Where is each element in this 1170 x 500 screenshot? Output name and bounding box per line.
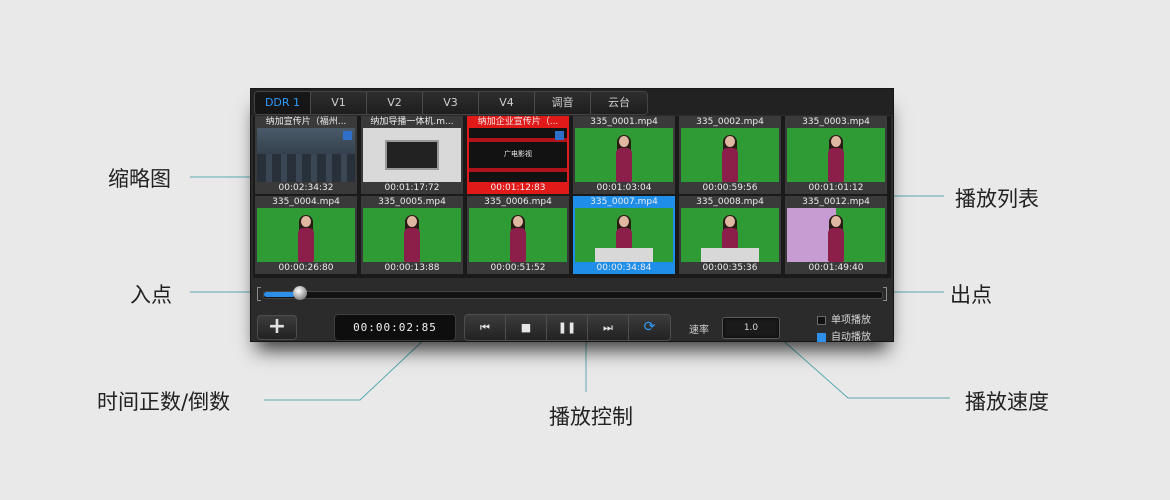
thumbnail-item[interactable]: 335_0004.mp4 00:00:26:80 [255, 196, 357, 274]
thumbnail-image [575, 208, 673, 262]
pause-button[interactable]: ❚❚ [547, 315, 588, 340]
thumbnail-item[interactable]: 335_0003.mp4 00:01:01:12 [785, 116, 887, 194]
thumbnail-duration: 00:00:35:36 [702, 263, 758, 273]
rate-input[interactable]: 1.0 [722, 317, 780, 339]
leader-line-speed [777, 335, 950, 399]
presenter-figure [403, 215, 421, 262]
thumbnail-item[interactable]: 335_0007.mp4 00:00:34:84 [573, 196, 675, 274]
thumbnail-image [257, 128, 355, 182]
next-button[interactable]: ⏭ [588, 315, 629, 340]
thumbnail-item[interactable]: 纳加导播一体机.m... 00:01:17:72 [361, 116, 463, 194]
thumbnail-title: 纳加宣传片（福州... [265, 117, 347, 127]
thumbnail-image [681, 208, 779, 262]
thumbnail-image: 广电影视 [469, 128, 567, 182]
thumbnail-duration: 00:00:34:84 [596, 263, 652, 273]
callout-control: 播放控制 [549, 405, 633, 429]
thumbnail-image [787, 208, 885, 262]
thumbnail-duration: 00:01:01:12 [808, 183, 864, 193]
previous-button[interactable]: ⏮ [465, 315, 506, 340]
callout-speed: 播放速度 [965, 390, 1049, 414]
thumbnail-item[interactable]: 纳加宣传片（福州... 00:02:34:32 [255, 116, 357, 194]
tab-4[interactable]: V4 [479, 92, 535, 114]
add-clip-button[interactable]: + [257, 315, 297, 340]
thumbnail-title: 纳加企业宣传片（... [477, 117, 559, 127]
thumbnail-image [363, 208, 461, 262]
thumbnail-duration: 00:01:49:40 [808, 263, 864, 273]
scrubber-handle[interactable] [293, 286, 307, 300]
thumbnail-image [257, 208, 355, 262]
callout-in-point: 入点 [130, 283, 172, 307]
thumbnail-item[interactable]: 335_0005.mp4 00:00:13:88 [361, 196, 463, 274]
out-point-marker[interactable] [883, 287, 887, 301]
thumbnail-duration: 00:01:03:04 [596, 183, 652, 193]
loop-button[interactable]: ⟳ [629, 315, 670, 340]
presenter-figure [721, 135, 739, 182]
scrubber-progress [264, 292, 295, 297]
tab-0[interactable]: DDR 1 [255, 92, 311, 114]
presenter-figure [827, 215, 845, 262]
auto-play-checkbox[interactable] [817, 333, 826, 342]
thumbnail-title: 335_0007.mp4 [590, 197, 658, 207]
tab-1[interactable]: V1 [311, 92, 367, 114]
stop-button[interactable]: ■ [506, 315, 547, 340]
thumbnail-duration: 00:00:51:52 [490, 263, 546, 273]
tab-5[interactable]: 调音 [535, 92, 591, 114]
thumbnail-title: 335_0004.mp4 [272, 197, 340, 207]
thumbnail-image [787, 128, 885, 182]
thumbnail-title: 纳加导播一体机.m... [370, 117, 454, 127]
leader-line-time [264, 335, 429, 401]
thumbnail-title: 335_0006.mp4 [484, 197, 552, 207]
thumbnail-image [681, 128, 779, 182]
presenter-figure [827, 135, 845, 182]
callout-time: 时间正数/倒数 [97, 390, 231, 414]
thumbnail-image [469, 208, 567, 262]
thumbnail-duration: 00:00:26:80 [278, 263, 334, 273]
thumbnail-title: 335_0005.mp4 [378, 197, 446, 207]
thumbnail-duration: 00:00:59:56 [702, 183, 758, 193]
thumbnail-item[interactable]: 335_0006.mp4 00:00:51:52 [467, 196, 569, 274]
callout-out-point: 出点 [950, 283, 992, 307]
presenter-figure [615, 135, 633, 182]
thumbnail-item[interactable]: 335_0012.mp4 00:01:49:40 [785, 196, 887, 274]
callout-playlist: 播放列表 [955, 187, 1039, 211]
thumbnail-title: 335_0001.mp4 [590, 117, 658, 127]
presenter-figure [297, 215, 315, 262]
in-point-marker[interactable] [257, 287, 261, 301]
single-play-label: 单项播放 [831, 315, 871, 326]
thumbnail-overlay-text: 广电影视 [504, 150, 532, 158]
callout-thumbnail: 缩略图 [108, 167, 171, 191]
tab-3[interactable]: V3 [423, 92, 479, 114]
single-play-checkbox[interactable] [817, 316, 826, 325]
thumbnail-duration: 00:02:34:32 [278, 183, 334, 193]
thumbnail-item[interactable]: 335_0001.mp4 00:01:03:04 [573, 116, 675, 194]
thumbnail-image [575, 128, 673, 182]
thumbnail-title: 335_0012.mp4 [802, 197, 870, 207]
timeline-scrubber[interactable] [257, 285, 887, 303]
thumbnail-duration: 00:00:13:88 [384, 263, 440, 273]
tab-bar: DDR 1 V1 V2 V3 V4 调音 云台 [251, 89, 893, 115]
thumbnail-item[interactable]: 335_0008.mp4 00:00:35:36 [679, 196, 781, 274]
thumbnail-title: 335_0003.mp4 [802, 117, 870, 127]
thumbnail-duration: 00:01:17:72 [384, 183, 440, 193]
thumbnail-image [363, 128, 461, 182]
timecode-display[interactable]: 00:00:02:85 [334, 314, 456, 341]
tab-group: DDR 1 V1 V2 V3 V4 调音 云台 [254, 91, 648, 115]
tab-2[interactable]: V2 [367, 92, 423, 114]
auto-play-label: 自动播放 [831, 332, 871, 343]
ddr-player-panel: DDR 1 V1 V2 V3 V4 调音 云台 纳加宣传片（福州... 00:02:34:32… [250, 88, 894, 343]
thumbnail-title: 335_0002.mp4 [696, 117, 764, 127]
scrubber-track[interactable] [263, 291, 883, 299]
playlist-grid: 纳加宣传片（福州... 00:02:34:32 纳加导播一体机.m... 00:01:… [253, 116, 891, 278]
thumbnail-item[interactable]: 335_0002.mp4 00:00:59:56 [679, 116, 781, 194]
playback-controls: ⏮ ■ ❚❚ ⏭ ⟳ [464, 314, 671, 341]
thumbnail-item[interactable]: 纳加企业宣传片（... 广电影视 00:01:12:83 [467, 116, 569, 194]
thumbnail-title: 335_0008.mp4 [696, 197, 764, 207]
presenter-figure [509, 215, 527, 262]
rate-label: 速率 [689, 325, 709, 336]
thumbnail-duration: 00:01:12:83 [490, 183, 546, 193]
tab-6[interactable]: 云台 [591, 92, 647, 114]
